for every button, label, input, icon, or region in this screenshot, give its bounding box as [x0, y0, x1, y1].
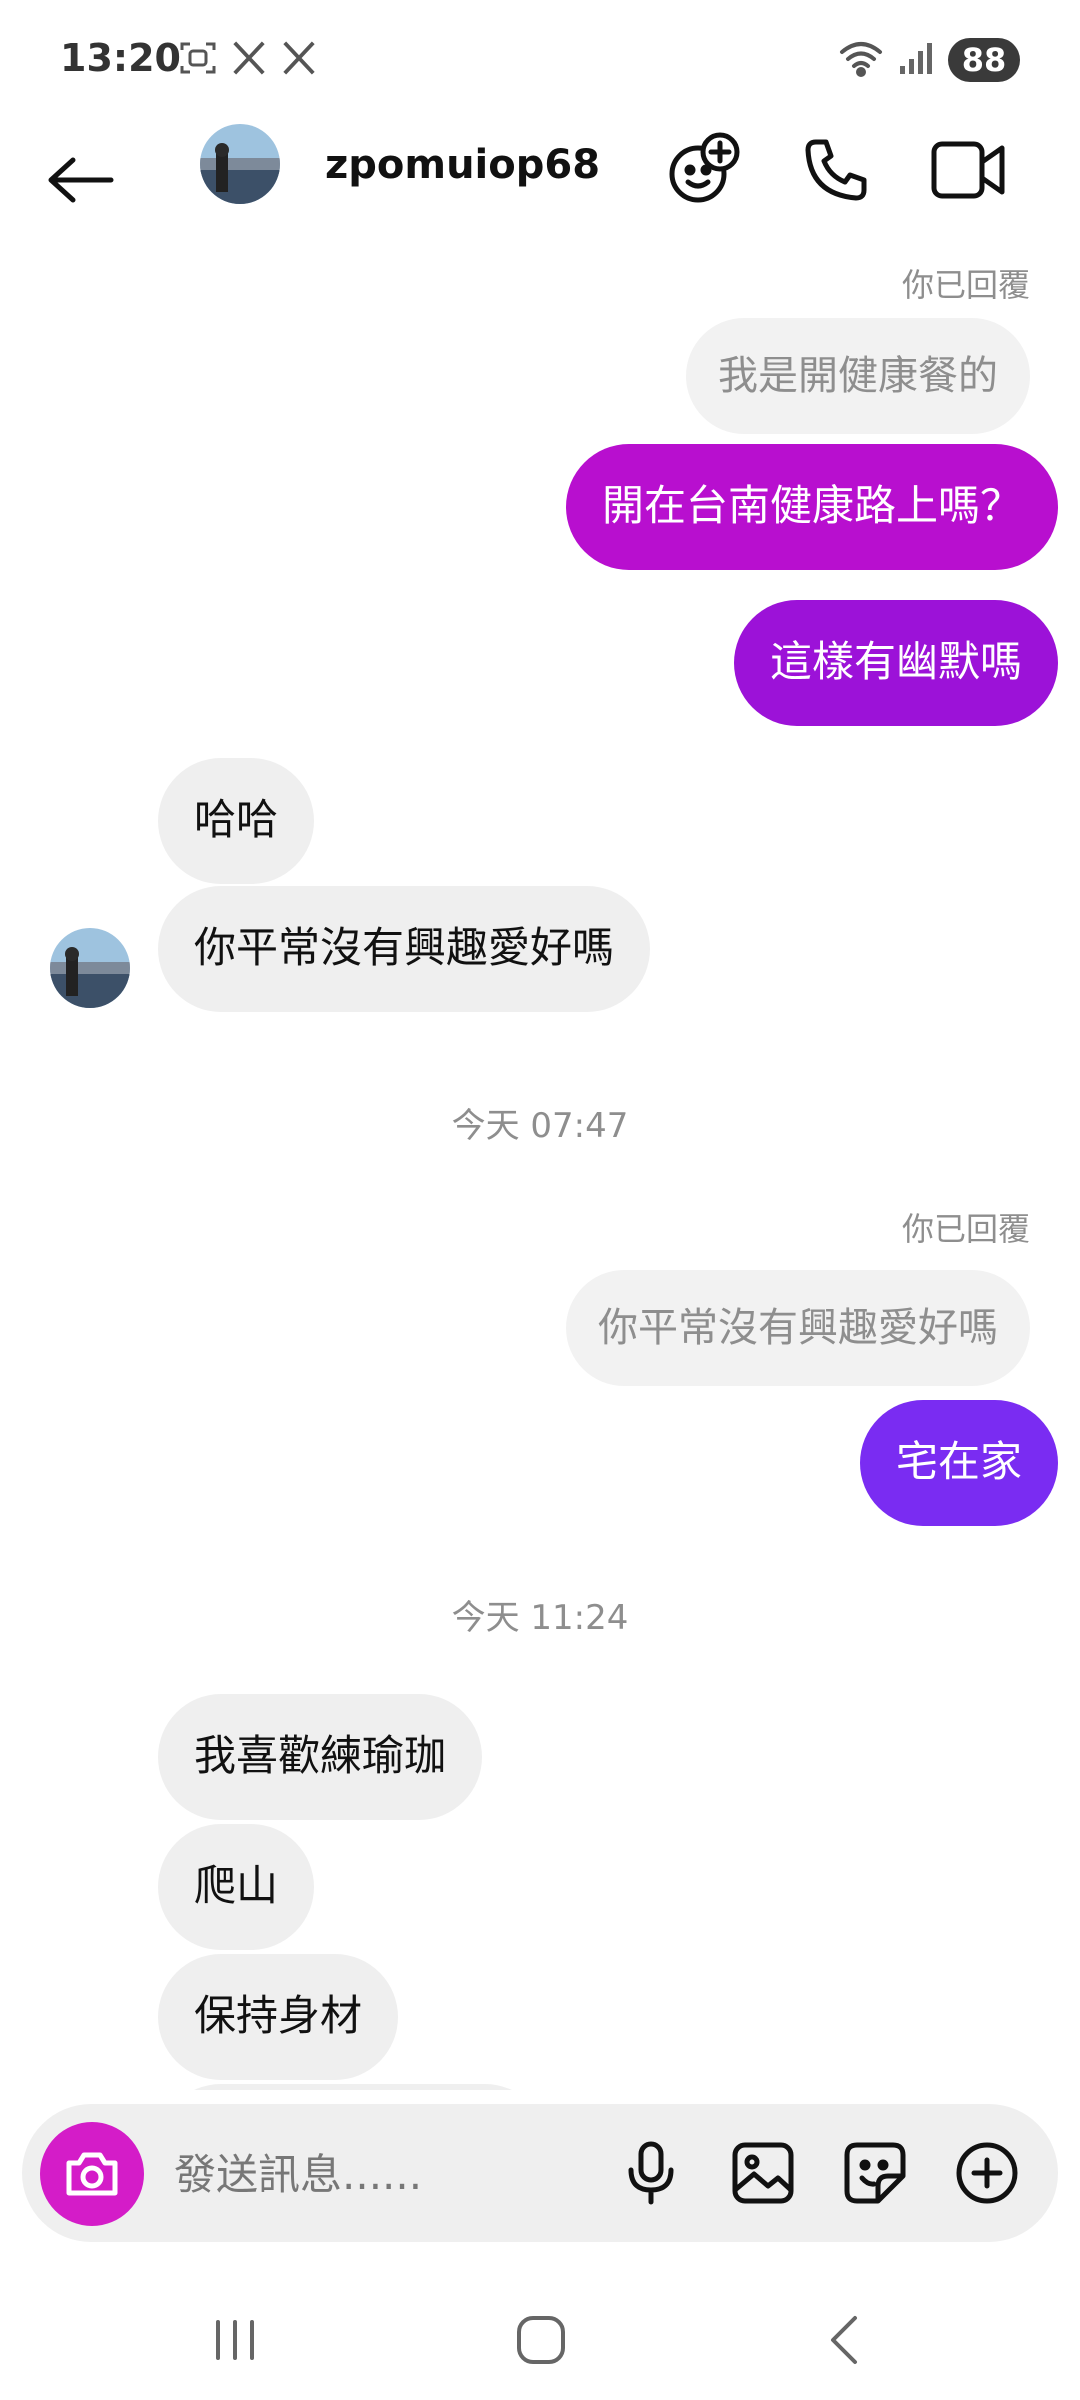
phone-icon	[805, 139, 867, 201]
avatar[interactable]	[50, 928, 130, 1008]
status-bar: 13:20 88	[0, 0, 1080, 120]
sticker-icon	[844, 2142, 906, 2204]
message-timestamp: 今天 07:47	[451, 1106, 629, 1146]
message-timestamp: 今天 11:24	[451, 1598, 629, 1638]
home-icon	[517, 2316, 565, 2364]
screenshot-icon	[178, 38, 218, 82]
x-logo-icon	[230, 39, 268, 81]
sticker-add-icon	[669, 132, 740, 203]
home-button[interactable]	[496, 2300, 586, 2380]
avatar[interactable]	[200, 124, 280, 204]
gallery-icon	[732, 2142, 794, 2204]
message-list[interactable]: 你已回覆 我是開健康餐的 開在台南健康路上嗎？ 這樣有幽默嗎 哈哈 你平常沒有興…	[0, 260, 1080, 2090]
chat-username[interactable]: zpomuiop68	[325, 142, 600, 188]
sent-message[interactable]: 開在台南健康路上嗎？	[565, 444, 1058, 570]
received-message[interactable]: 哈哈	[158, 758, 315, 884]
camera-icon	[66, 2152, 118, 2196]
video-camera-icon	[931, 141, 1005, 199]
battery-indicator: 88	[948, 38, 1020, 82]
message-input[interactable]	[172, 2134, 596, 2214]
back-arrow-icon	[48, 157, 114, 203]
sticker-add-button[interactable]	[664, 130, 744, 210]
camera-button[interactable]	[40, 2122, 144, 2226]
recent-apps-button[interactable]	[190, 2300, 280, 2380]
x-logo-icon	[280, 39, 318, 81]
sticker-button[interactable]	[836, 2134, 914, 2212]
phone-call-button[interactable]	[796, 130, 876, 210]
back-icon	[831, 2316, 857, 2364]
microphone-button[interactable]	[612, 2134, 690, 2212]
system-back-button[interactable]	[800, 2300, 890, 2380]
video-call-button[interactable]	[928, 130, 1008, 210]
plus-circle-icon	[956, 2142, 1018, 2204]
sent-message[interactable]: 這樣有幽默嗎	[733, 600, 1058, 726]
received-message-partial[interactable]	[158, 2084, 548, 2090]
received-message[interactable]: 我喜歡練瑜珈	[158, 1694, 483, 1820]
quoted-message[interactable]: 你平常沒有興趣愛好嗎	[566, 1270, 1030, 1386]
status-notification-icons	[178, 38, 318, 82]
message-composer	[22, 2104, 1058, 2242]
system-navigation-bar	[0, 2270, 1080, 2400]
replied-label: 你已回覆	[901, 266, 1030, 304]
microphone-icon	[628, 2141, 674, 2205]
signal-icon	[898, 40, 934, 80]
more-options-button[interactable]	[948, 2134, 1026, 2212]
received-message[interactable]: 你平常沒有興趣愛好嗎	[158, 886, 651, 1012]
sent-message[interactable]: 宅在家	[859, 1400, 1058, 1526]
received-message[interactable]: 保持身材	[158, 1954, 399, 2080]
back-button[interactable]	[40, 140, 120, 220]
status-system-icons: 88	[838, 36, 1020, 84]
replied-label: 你已回覆	[901, 1210, 1030, 1248]
received-message[interactable]: 爬山	[158, 1824, 315, 1950]
recent-apps-icon	[216, 2320, 254, 2360]
chat-header: zpomuiop68	[0, 120, 1080, 260]
gallery-button[interactable]	[724, 2134, 802, 2212]
wifi-icon	[838, 38, 884, 82]
status-time: 13:20	[60, 36, 181, 80]
quoted-message[interactable]: 我是開健康餐的	[686, 318, 1030, 434]
